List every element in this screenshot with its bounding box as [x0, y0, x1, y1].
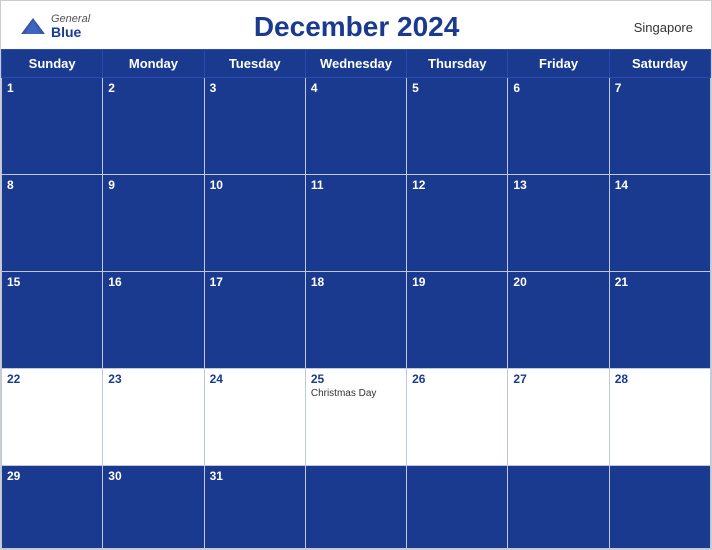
calendar-week-row: 15 16 17 18 19 20 21 [2, 271, 711, 368]
calendar-title: December 2024 [254, 11, 459, 43]
day-number: 23 [108, 372, 198, 386]
calendar-day-cell: 14 [609, 174, 710, 271]
weekday-header-tuesday: Tuesday [204, 50, 305, 78]
day-number: 9 [108, 178, 198, 192]
calendar-day-cell: 27 [508, 368, 609, 465]
region-label: Singapore [623, 20, 693, 35]
day-number: 14 [615, 178, 705, 192]
day-number: 28 [615, 372, 705, 386]
calendar-day-cell: 23 [103, 368, 204, 465]
day-number: 20 [513, 275, 603, 289]
day-number: 18 [311, 275, 401, 289]
calendar-day-cell: 24 [204, 368, 305, 465]
calendar-week-row: 89 10 11 12 13 14 [2, 174, 711, 271]
calendar-day-cell: 21 [609, 271, 710, 368]
calendar-day-cell: 22 [2, 368, 103, 465]
day-number: 2 [108, 81, 198, 95]
weekday-header-friday: Friday [508, 50, 609, 78]
day-number: 26 [412, 372, 502, 386]
calendar-day-cell: 2 [103, 78, 204, 175]
day-number: 24 [210, 372, 300, 386]
calendar-day-cell: 28 [609, 368, 710, 465]
day-number: 21 [615, 275, 705, 289]
day-number: 22 [7, 372, 97, 386]
calendar-day-cell: 6 [508, 78, 609, 175]
day-number: 15 [7, 275, 97, 289]
day-number: 4 [311, 81, 401, 95]
weekday-header-sunday: Sunday [2, 50, 103, 78]
calendar-day-cell: 1 [2, 78, 103, 175]
calendar-day-cell: 25 Christmas Day [305, 368, 406, 465]
day-number: 3 [210, 81, 300, 95]
calendar-week-row: 22 23 24 25 Christmas Day 26 27 28 [2, 368, 711, 465]
weekday-header-saturday: Saturday [609, 50, 710, 78]
day-number: 17 [210, 275, 300, 289]
calendar-day-cell: 26 [407, 368, 508, 465]
calendar-table: SundayMondayTuesdayWednesdayThursdayFrid… [1, 49, 711, 549]
day-number: 31 [210, 469, 300, 483]
logo: General Blue [19, 13, 90, 40]
calendar-day-cell: 11 [305, 174, 406, 271]
calendar-week-row: 29 30 31 [2, 465, 711, 548]
calendar-day-cell [508, 465, 609, 548]
calendar-day-cell: 16 [103, 271, 204, 368]
calendar-day-cell: 9 [103, 174, 204, 271]
calendar-day-cell [305, 465, 406, 548]
calendar-day-cell: 5 [407, 78, 508, 175]
calendar-day-cell: 7 [609, 78, 710, 175]
calendar-day-cell: 8 [2, 174, 103, 271]
day-number: 10 [210, 178, 300, 192]
day-number: 29 [7, 469, 97, 483]
logo-bird-icon [19, 16, 47, 38]
day-number: 25 [311, 372, 401, 386]
calendar-day-cell: 10 [204, 174, 305, 271]
calendar-day-cell: 19 [407, 271, 508, 368]
calendar-day-cell: 15 [2, 271, 103, 368]
calendar-day-cell [407, 465, 508, 548]
calendar-day-cell: 29 [2, 465, 103, 548]
day-number: 6 [513, 81, 603, 95]
calendar-day-cell: 31 [204, 465, 305, 548]
day-number: 13 [513, 178, 603, 192]
calendar-day-cell: 3 [204, 78, 305, 175]
calendar-day-cell [609, 465, 710, 548]
day-number: 7 [615, 81, 705, 95]
calendar-day-cell: 12 [407, 174, 508, 271]
day-number: 12 [412, 178, 502, 192]
weekday-header-wednesday: Wednesday [305, 50, 406, 78]
calendar-day-cell: 13 [508, 174, 609, 271]
calendar-day-cell: 4 [305, 78, 406, 175]
weekday-header-monday: Monday [103, 50, 204, 78]
day-number: 27 [513, 372, 603, 386]
day-number: 19 [412, 275, 502, 289]
day-number: 11 [311, 178, 401, 192]
calendar-day-cell: 20 [508, 271, 609, 368]
day-number: 5 [412, 81, 502, 95]
calendar-header: General Blue December 2024 Singapore [1, 1, 711, 49]
calendar-week-row: 1234567 [2, 78, 711, 175]
logo-name: General Blue [51, 13, 90, 40]
day-number: 30 [108, 469, 198, 483]
calendar: General Blue December 2024 Singapore Sun… [0, 0, 712, 550]
calendar-header-row: SundayMondayTuesdayWednesdayThursdayFrid… [2, 50, 711, 78]
weekday-header-thursday: Thursday [407, 50, 508, 78]
calendar-day-cell: 18 [305, 271, 406, 368]
day-number: 16 [108, 275, 198, 289]
calendar-day-cell: 30 [103, 465, 204, 548]
calendar-day-cell: 17 [204, 271, 305, 368]
day-number: 1 [7, 81, 97, 95]
logo-blue-text: Blue [51, 25, 90, 40]
event-label: Christmas Day [311, 388, 401, 399]
day-number: 8 [7, 178, 97, 192]
